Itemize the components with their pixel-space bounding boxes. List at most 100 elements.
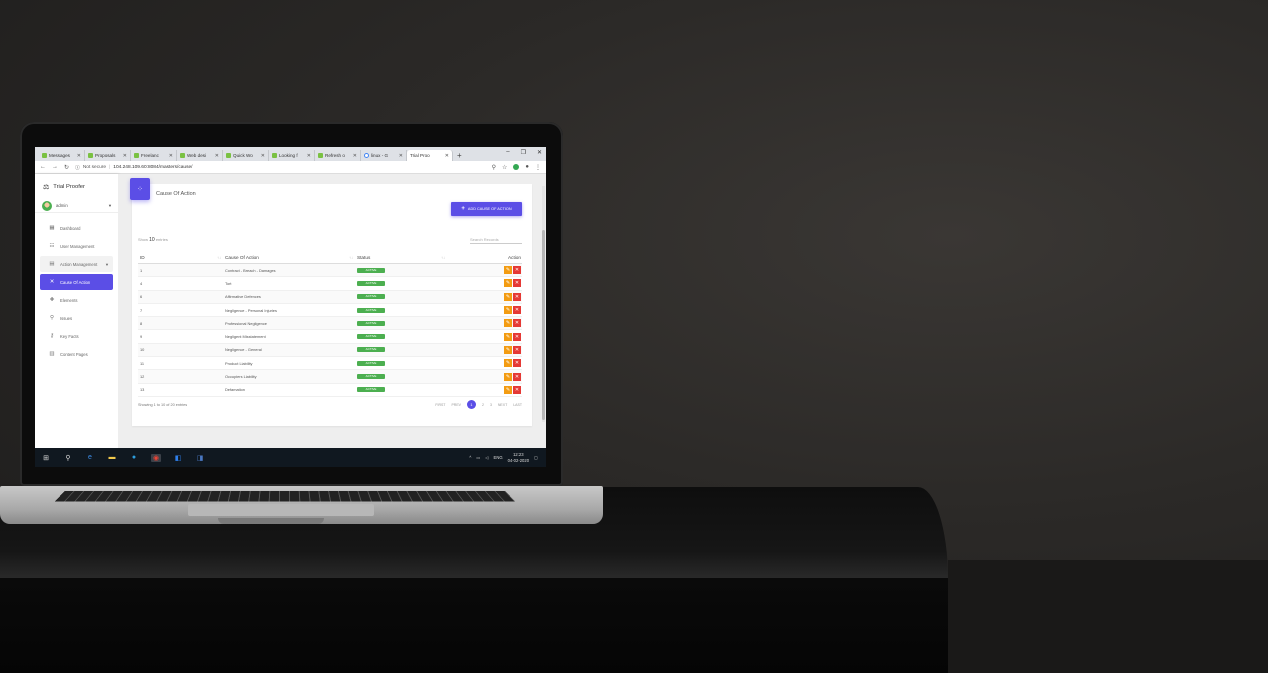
col-status-header[interactable]: Status ↑↓	[357, 255, 445, 260]
edit-pencil-icon[interactable]: ✎	[504, 332, 512, 341]
sidebar-item-elements[interactable]: ✚ Elements	[40, 292, 113, 308]
edit-pencil-icon[interactable]: ✎	[504, 359, 512, 368]
edit-pencil-icon[interactable]: ✎	[504, 292, 512, 301]
browser-tab[interactable]: Messages ✕	[39, 150, 85, 161]
delete-x-icon[interactable]: ✕	[513, 345, 521, 354]
search-input[interactable]: Search Records	[470, 237, 522, 244]
table-row: 11 Product Liability ACTIVE ✎ ✕	[138, 357, 522, 371]
edit-pencil-icon[interactable]: ✎	[504, 319, 512, 328]
delete-x-icon[interactable]: ✕	[513, 359, 521, 368]
sidebar-item-cause-of-action[interactable]: ✕ Cause Of Action	[40, 274, 113, 290]
sidebar-item-action-management[interactable]: ▤ Action Management ▼	[40, 256, 113, 272]
edit-pencil-icon[interactable]: ✎	[504, 279, 512, 288]
cell-id: 1	[140, 267, 143, 273]
sidebar-item-content-pages[interactable]: ▥ Content Pages	[40, 346, 113, 362]
close-icon[interactable]: ✕	[261, 153, 265, 159]
chrome-icon[interactable]: ◉	[151, 453, 161, 462]
close-icon[interactable]: ✕	[215, 153, 219, 159]
outlook-icon[interactable]: ◧	[173, 454, 183, 462]
delete-x-icon[interactable]: ✕	[513, 279, 521, 288]
sort-icon[interactable]: ↑↓	[217, 255, 221, 260]
edit-pencil-icon[interactable]: ✎	[504, 385, 512, 394]
notification-icon[interactable]: ▢	[534, 455, 538, 460]
pager-prev[interactable]: PREV	[451, 403, 461, 407]
extension-icon[interactable]	[513, 164, 520, 170]
skype-icon[interactable]: ●	[129, 454, 139, 461]
browser-tab[interactable]: Quick Wo ✕	[223, 150, 269, 161]
col-name-header[interactable]: Cause Of Action ↑↓	[225, 255, 357, 260]
add-cause-button[interactable]: + ADD CAUSE OF ACTION	[451, 202, 522, 216]
browser-tab[interactable]: Refresh o ✕	[315, 150, 361, 161]
delete-x-icon[interactable]: ✕	[513, 332, 521, 341]
sidebar-item-issues[interactable]: ⚲ Issues	[40, 310, 113, 326]
cell-action: ✎ ✕	[445, 266, 522, 275]
close-icon[interactable]: ✕	[77, 153, 81, 159]
close-window-icon[interactable]: ✕	[537, 149, 542, 156]
windows-start-icon[interactable]: ⊞	[41, 454, 51, 462]
pager-page-3[interactable]: 3	[490, 403, 492, 407]
bookmark-star-icon[interactable]: ☆	[502, 164, 507, 171]
edit-pencil-icon[interactable]: ✎	[504, 266, 512, 275]
sidebar-item-user-management[interactable]: ☷ User Management	[40, 238, 113, 254]
sidebar-item-key-facts[interactable]: ⚷ Key Facts	[40, 328, 113, 344]
pager-current[interactable]: 1	[466, 400, 476, 409]
brand[interactable]: ⚖ Trial Proofer	[35, 180, 118, 193]
browser-tab[interactable]: Looking f ✕	[269, 150, 315, 161]
cell-action: ✎ ✕	[445, 319, 522, 328]
network-icon[interactable]: ▭	[476, 455, 480, 460]
sidebar-item-dashboard[interactable]: ▦ Dashboard	[40, 220, 113, 236]
browser-tab[interactable]: Proposals ✕	[85, 150, 131, 161]
delete-x-icon[interactable]: ✕	[513, 319, 521, 328]
sidebar-nav: ▦ Dashboard ☷ User Management ▤ Action Mana…	[35, 220, 118, 362]
close-icon[interactable]: ✕	[123, 153, 127, 159]
pager-page-2[interactable]: 2	[482, 403, 484, 407]
volume-icon[interactable]: ◁	[485, 455, 488, 460]
edit-pencil-icon[interactable]: ✎	[504, 345, 512, 354]
search-icon[interactable]: ⚲	[63, 454, 73, 462]
forward-icon[interactable]: →	[52, 164, 58, 170]
info-icon[interactable]: ⓘ	[75, 164, 80, 171]
edge-icon[interactable]: e	[85, 454, 95, 461]
url-field[interactable]: ⓘ Not secure | 104.248.109.60:8084/maste…	[75, 164, 486, 171]
browser-tab[interactable]: Freelanc ✕	[131, 150, 177, 161]
tray-chevron-icon[interactable]: ^	[469, 455, 471, 460]
browser-tab-active[interactable]: Trial Proo ✕	[407, 150, 453, 161]
new-tab-button[interactable]: +	[457, 150, 462, 161]
menu-kebab-icon[interactable]: ⋮	[535, 164, 541, 171]
page-length-select[interactable]: 10	[149, 237, 155, 243]
user-menu[interactable]: admin ▼	[35, 199, 118, 213]
close-icon[interactable]: ✕	[169, 153, 173, 159]
close-icon[interactable]: ✕	[353, 153, 357, 159]
zoom-icon[interactable]: ⚲	[492, 164, 496, 171]
reload-icon[interactable]: ↻	[64, 164, 69, 171]
table-row: 8 Professional Negligence ACTIVE ✎ ✕	[138, 317, 522, 331]
close-icon[interactable]: ✕	[399, 153, 403, 159]
url-text[interactable]: 104.248.109.60:8084/masters/cause/	[113, 165, 192, 170]
browser-tab[interactable]: linux - G ✕	[361, 150, 407, 161]
profile-icon[interactable]: ●	[525, 164, 529, 170]
pager-next[interactable]: NEXT	[498, 403, 507, 407]
delete-x-icon[interactable]: ✕	[513, 292, 521, 301]
maximize-icon[interactable]: ❐	[521, 149, 526, 156]
pager-first[interactable]: FIRST	[435, 403, 445, 407]
minimize-icon[interactable]: –	[506, 149, 509, 156]
delete-x-icon[interactable]: ✕	[513, 266, 521, 275]
delete-x-icon[interactable]: ✕	[513, 385, 521, 394]
delete-x-icon[interactable]: ✕	[513, 306, 521, 315]
edit-pencil-icon[interactable]: ✎	[504, 306, 512, 315]
pager-last[interactable]: LAST	[513, 403, 522, 407]
word-icon[interactable]: ◨	[195, 454, 205, 462]
scrollbar-thumb[interactable]	[542, 230, 545, 420]
edit-pencil-icon[interactable]: ✎	[504, 372, 512, 381]
close-icon[interactable]: ✕	[307, 153, 311, 159]
clock[interactable]: 12:23 04-02-2020	[508, 452, 529, 463]
sort-icon[interactable]: ↑↓	[349, 255, 353, 260]
file-explorer-icon[interactable]: ▬	[107, 454, 117, 461]
back-icon[interactable]: ←	[40, 164, 46, 170]
col-id-header[interactable]: ID ↑↓	[138, 255, 225, 260]
language-indicator[interactable]: ENG	[494, 455, 503, 460]
close-icon[interactable]: ✕	[445, 153, 449, 159]
browser-tab[interactable]: Web desi ✕	[177, 150, 223, 161]
delete-x-icon[interactable]: ✕	[513, 372, 521, 381]
cell-id: 10	[140, 347, 145, 353]
